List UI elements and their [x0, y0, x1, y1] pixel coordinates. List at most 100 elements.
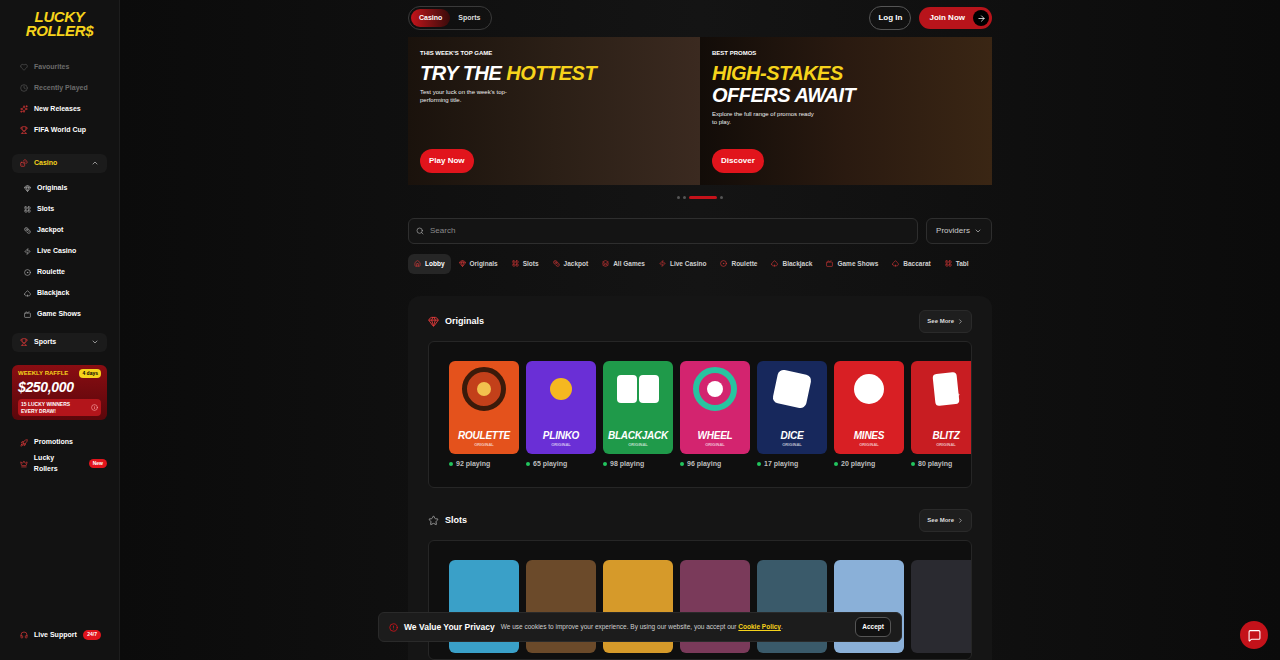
item-icon [20, 460, 28, 468]
originals-icon [428, 316, 439, 327]
hero-banner[interactable]: THIS WEEK'S TOP GAMETRY THEHOTTESTTest y… [408, 37, 700, 185]
tab-icon [459, 260, 466, 267]
category-tab[interactable]: Baccarat [886, 254, 936, 274]
tab-icon [414, 260, 421, 267]
item-icon [20, 126, 28, 134]
hero-banners: THIS WEEK'S TOP GAMETRY THEHOTTESTTest y… [408, 37, 992, 185]
chat-button[interactable] [1240, 621, 1268, 649]
sidebar-group-header[interactable]: Casino [12, 154, 107, 173]
category-tab[interactable]: All Games [596, 254, 651, 274]
subitem-icon [24, 206, 31, 213]
sidebar-group-header[interactable]: Sports [12, 333, 107, 352]
toggle-option[interactable]: Sports [450, 9, 488, 28]
sidebar-item[interactable]: Lucky RollersNew [12, 453, 107, 474]
tab-icon [602, 260, 609, 267]
star-icon [428, 515, 439, 526]
game-card[interactable]: BLACKJACKORIGINAL98 playing [603, 361, 673, 470]
see-more-button[interactable]: See More [919, 509, 972, 532]
accept-button[interactable]: Accept [855, 617, 891, 637]
sidebar-item[interactable]: FIFA World Cup [12, 120, 107, 141]
tab-icon [826, 260, 833, 267]
join-button[interactable]: Join Now [919, 7, 992, 29]
category-tab[interactable]: Live Casino [653, 254, 712, 274]
game-card[interactable]: WHEELORIGINAL96 playing [680, 361, 750, 470]
raffle-banner[interactable]: WEEKLY RAFFLE4 days$250,00015 LUCKY WINN… [12, 365, 107, 421]
sidebar-item[interactable]: Favourites [12, 57, 107, 78]
sidebar-subitem[interactable]: Jackpot [12, 220, 107, 241]
game-section: OriginalsSee MoreROULETTEORIGINAL92 play… [428, 310, 972, 489]
alert-icon [389, 623, 398, 632]
game-card[interactable]: BLITZORIGINAL80 playing [911, 361, 972, 470]
category-tab[interactable]: Roulette [714, 254, 763, 274]
top-bar: CasinoSports Log In Join Now [408, 0, 992, 36]
subitem-icon [24, 311, 31, 318]
carousel-dot[interactable] [689, 196, 717, 199]
scroll-right-button[interactable] [951, 388, 965, 402]
sidebar-item[interactable]: Promotions [12, 432, 107, 453]
app: LUCKYROLLER$FavouritesRecently PlayedNew… [0, 0, 1280, 660]
chevron-right-icon [957, 318, 964, 325]
category-tab[interactable]: Blackjack [765, 254, 818, 274]
banner-button[interactable]: Play Now [420, 149, 474, 173]
game-card[interactable]: MINESORIGINAL20 playing [834, 361, 904, 470]
sidebar-subitem[interactable]: Originals [12, 178, 107, 199]
online-dot [603, 462, 607, 466]
cookie-policy-link[interactable]: Cookie Policy [738, 623, 781, 630]
subitem-icon [24, 269, 31, 276]
chevron-down-icon [974, 227, 982, 235]
online-dot [680, 462, 684, 466]
sidebar-subitem[interactable]: Roulette [12, 262, 107, 283]
roulette-icon [462, 367, 506, 411]
tab-icon [512, 260, 519, 267]
providers-dropdown[interactable]: Providers [926, 218, 992, 244]
category-tab[interactable]: Lobby [408, 254, 451, 274]
game-card[interactable]: DICEORIGINAL17 playing [757, 361, 827, 470]
carousel-dot[interactable] [677, 196, 680, 199]
category-tab[interactable]: Game Shows [820, 254, 884, 274]
subitem-icon [24, 290, 31, 297]
chevron-up-icon [91, 159, 99, 167]
plinko-icon [550, 378, 572, 400]
chat-icon [1248, 629, 1261, 642]
carousel-dot[interactable] [720, 196, 723, 199]
cookie-banner: We Value Your PrivacyWe use cookies to i… [378, 612, 902, 642]
main: CasinoSports Log In Join Now THIS WEEK'S TO… [120, 0, 1280, 660]
new-badge: New [89, 459, 107, 469]
logo[interactable]: LUCKYROLLER$ [12, 10, 107, 39]
search-icon [416, 227, 424, 235]
slot-thumbnail[interactable] [911, 560, 972, 653]
raffle-badge: 4 days [79, 369, 101, 379]
hero-banner[interactable]: BEST PROMOSHIGH-STAKESOFFERS AWAITExplor… [700, 37, 992, 185]
see-more-button[interactable]: See More [919, 310, 972, 333]
tab-icon [553, 260, 560, 267]
online-dot [449, 462, 453, 466]
category-tab[interactable]: Tabl [939, 254, 975, 274]
category-tab[interactable]: Originals [453, 254, 504, 274]
sidebar-subitem[interactable]: Blackjack [12, 283, 107, 304]
games-panel: OriginalsSee MoreROULETTEORIGINAL92 play… [408, 296, 992, 660]
cards-icon [617, 375, 659, 403]
online-dot [834, 462, 838, 466]
sidebar-subitem[interactable]: Slots [12, 199, 107, 220]
search-field[interactable]: Search [408, 218, 918, 244]
headset-icon [20, 631, 28, 639]
game-card[interactable]: ROULETTEORIGINAL92 playing [449, 361, 519, 470]
toggle-option[interactable]: Casino [411, 9, 450, 28]
category-tab[interactable]: Slots [506, 254, 545, 274]
carousel-dot[interactable] [683, 196, 686, 199]
game-row: ROULETTEORIGINAL92 playingPLINKOORIGINAL… [428, 341, 972, 489]
tab-icon [892, 260, 899, 267]
game-card[interactable]: PLINKOORIGINAL65 playing [526, 361, 596, 470]
sidebar-item[interactable]: Recently Played [12, 78, 107, 99]
login-button[interactable]: Log In [869, 6, 911, 30]
sidebar-item[interactable]: New Releases [12, 99, 107, 120]
category-tab[interactable]: Jackpot [547, 254, 595, 274]
sidebar-subitem[interactable]: Game Shows [12, 304, 107, 325]
info-icon[interactable] [91, 404, 98, 411]
live-support[interactable]: Live Support24/7 [12, 630, 107, 641]
wheel-icon [693, 367, 737, 411]
chevron-right-icon [953, 390, 963, 400]
support-badge: 24/7 [83, 630, 101, 640]
banner-button[interactable]: Discover [712, 149, 764, 173]
sidebar-subitem[interactable]: Live Casino [12, 241, 107, 262]
